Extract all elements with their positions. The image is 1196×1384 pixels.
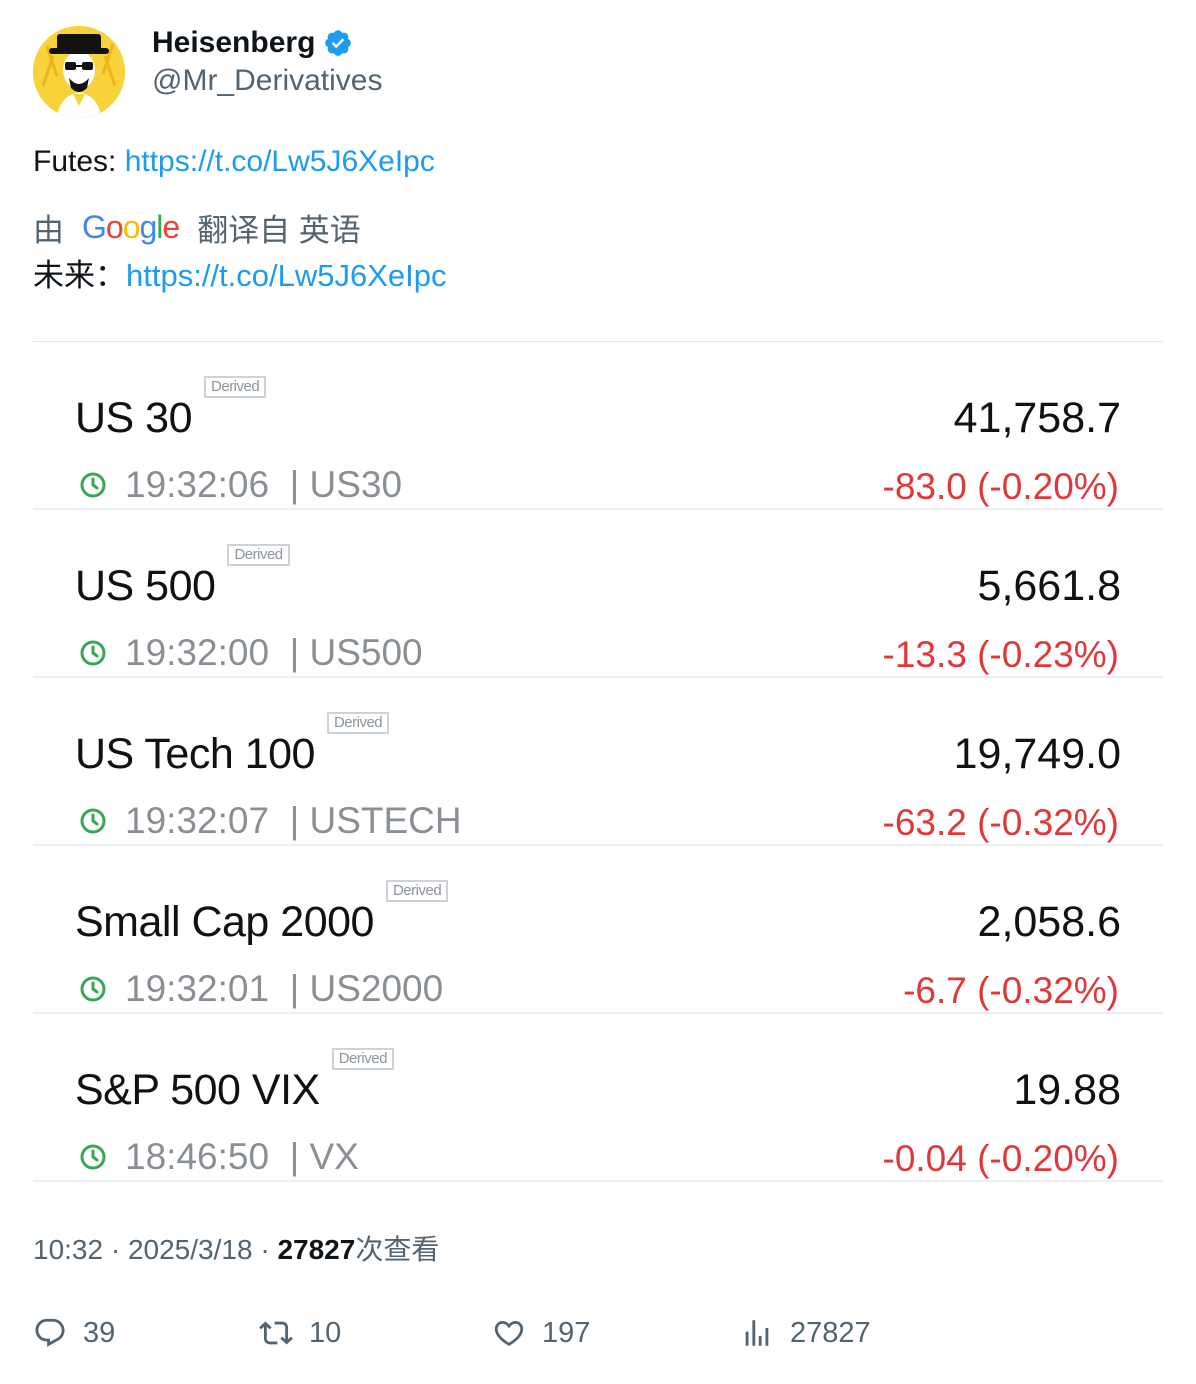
instrument-name: US 500 xyxy=(75,562,216,610)
translated-by-label: 由 xyxy=(33,212,64,248)
tweet-text-prefix: Futes: xyxy=(33,145,125,178)
instrument-name: S&P 500 VIX xyxy=(75,1066,320,1114)
tweet-header: Heisenberg @Mr_Derivatives xyxy=(33,26,383,120)
derived-tag: Derived xyxy=(227,544,290,566)
tweet-meta: 10:32 · 2025/3/18 · 27827次查看 xyxy=(33,1228,439,1268)
handle[interactable]: @Mr_Derivatives xyxy=(152,64,383,98)
quote-price: 19.88 xyxy=(1013,1066,1121,1114)
instrument-name: US 30 xyxy=(75,394,193,442)
quote-change: -6.7 (-0.32%) xyxy=(903,970,1119,1011)
derived-tag: Derived xyxy=(326,712,390,734)
analytics-icon xyxy=(745,1320,769,1346)
clock-icon xyxy=(80,1144,106,1170)
quote-row: US 30 Derived 19:32:06 | US30 41,758.7 -8… xyxy=(33,342,1163,510)
translated-text: 未来：https://t.co/Lw5J6XeIpc xyxy=(33,256,447,296)
quote-time: 18:46:50 xyxy=(125,1136,270,1177)
quote-price: 41,758.7 xyxy=(953,394,1121,442)
quote-symbol: | US30 xyxy=(289,464,403,505)
quote-row: S&P 500 VIX Derived 18:46:50 | VX 19.88 -… xyxy=(33,1014,1163,1182)
quote-price: 2,058.6 xyxy=(977,898,1121,946)
translated-link[interactable]: https://t.co/Lw5J6XeIpc xyxy=(126,258,447,293)
quote-price: 19,749.0 xyxy=(953,730,1121,778)
quote-symbol: | US500 xyxy=(289,632,423,673)
media-top-edge xyxy=(33,318,1163,342)
instrument-name: US Tech 100 xyxy=(75,730,315,778)
reply-count: 39 xyxy=(83,1316,116,1349)
retweet-button[interactable]: 10 xyxy=(259,1316,341,1350)
translation-attribution[interactable]: 由 Google 翻译自 英语 xyxy=(33,207,361,248)
derived-tag: Derived xyxy=(204,376,267,398)
clock-icon xyxy=(80,976,106,1002)
quote-row: US Tech 100 Derived 19:32:07 | USTECH 19,… xyxy=(33,678,1163,846)
quote-row: Small Cap 2000 Derived 19:32:01 | US2000 … xyxy=(33,846,1163,1014)
views-label: 次查看 xyxy=(355,1234,440,1265)
tweet-text: Futes: https://t.co/Lw5J6XeIpc xyxy=(33,143,435,181)
quote-row: US 500 Derived 19:32:00 | US500 5,661.8 -… xyxy=(33,510,1163,678)
google-logo-icon: Google xyxy=(82,208,180,245)
quote-symbol: | VX xyxy=(289,1136,359,1177)
reply-icon xyxy=(35,1318,65,1347)
retweet-count: 10 xyxy=(309,1316,342,1349)
quote-time: 19:32:00 xyxy=(125,632,270,673)
clock-icon xyxy=(80,640,106,666)
tweet-time[interactable]: 10:32 xyxy=(33,1234,103,1265)
like-count: 197 xyxy=(542,1316,591,1349)
like-button[interactable]: 197 xyxy=(492,1316,590,1350)
media-image[interactable]: US 30 Derived 19:32:06 | US30 41,758.7 -8… xyxy=(33,318,1163,1186)
quote-time: 19:32:06 xyxy=(125,464,270,505)
heisenberg-avatar-icon xyxy=(33,26,125,118)
translated-text-prefix: 未来： xyxy=(33,258,126,293)
views-count: 27827 xyxy=(277,1234,356,1265)
clock-icon xyxy=(80,808,106,834)
heart-icon xyxy=(494,1320,524,1346)
quote-change: -63.2 (-0.32%) xyxy=(882,802,1120,843)
meta-separator: · xyxy=(110,1234,121,1265)
views-action-count: 27827 xyxy=(790,1316,871,1349)
quote-change: -83.0 (-0.20%) xyxy=(882,466,1120,507)
verified-badge-icon xyxy=(325,30,352,56)
quote-symbol: | US2000 xyxy=(289,968,444,1009)
action-bar: 39 10 197 27827 xyxy=(33,1316,1163,1360)
tweet-date[interactable]: 2025/3/18 xyxy=(128,1234,253,1265)
views-button[interactable]: 27827 xyxy=(740,1316,871,1350)
derived-tag: Derived xyxy=(331,1048,394,1070)
avatar[interactable] xyxy=(33,26,125,118)
quote-price: 5,661.8 xyxy=(977,562,1121,610)
quote-change: -13.3 (-0.23%) xyxy=(882,634,1120,675)
translated-from-label: 翻译自 英语 xyxy=(197,212,361,248)
instrument-name: Small Cap 2000 xyxy=(75,898,374,946)
clock-icon xyxy=(80,472,106,498)
quote-time: 19:32:01 xyxy=(125,968,270,1009)
meta-separator: · xyxy=(260,1234,270,1265)
quote-time: 19:32:07 xyxy=(125,800,270,841)
quote-symbol: | USTECH xyxy=(289,800,462,841)
quote-change: -0.04 (-0.20%) xyxy=(882,1138,1120,1179)
display-name[interactable]: Heisenberg xyxy=(152,26,315,60)
reply-button[interactable]: 39 xyxy=(33,1316,115,1350)
tweet-link[interactable]: https://t.co/Lw5J6XeIpc xyxy=(125,145,435,178)
derived-tag: Derived xyxy=(385,880,449,902)
retweet-icon xyxy=(259,1321,293,1345)
